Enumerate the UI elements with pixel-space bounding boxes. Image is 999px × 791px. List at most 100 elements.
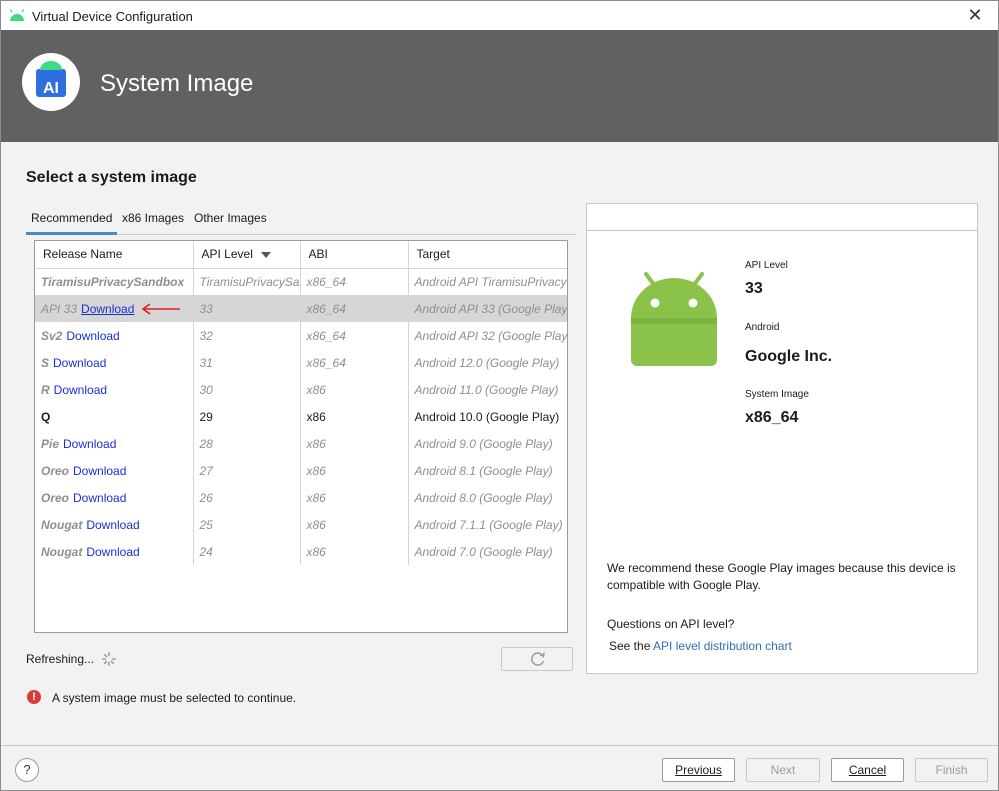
target-cell: Android API 33 (Google Play) <box>408 295 567 322</box>
release-name-cell: S Download <box>35 349 194 376</box>
error-icon: ! <box>27 690 41 704</box>
tab-recommended[interactable]: Recommended <box>26 211 118 235</box>
api-level-cell: 28 <box>193 430 301 457</box>
abi-cell: x86 <box>300 484 409 511</box>
abi-cell: x86 <box>300 403 409 430</box>
download-link[interactable]: Download <box>54 383 107 397</box>
target-cell: Android 7.0 (Google Play) <box>414 544 553 559</box>
api-level-question: Questions on API level? <box>607 617 735 631</box>
table-row[interactable]: Oreo Download 27 x86 Android 8.1 (Google … <box>35 457 567 484</box>
loading-spinner-icon <box>102 652 116 666</box>
release-name-cell: Nougat Download <box>35 538 194 565</box>
api-level-chart-line: See the API level distribution chart <box>609 639 792 653</box>
api-level-cell: 25 <box>193 511 301 538</box>
panel-divider <box>587 230 977 231</box>
api-level-label: API Level <box>745 260 788 271</box>
release-name-cell: Pie Download <box>35 430 194 457</box>
target-cell: Android 11.0 (Google Play) <box>414 382 559 397</box>
abi-cell: x86 <box>300 376 409 403</box>
abi-cell: x86 <box>300 430 409 457</box>
api-level-cell: 32 <box>193 322 301 349</box>
refresh-button[interactable] <box>501 647 573 671</box>
abi-cell: x86 <box>300 457 409 484</box>
android-label: Android <box>745 322 780 333</box>
target-cell: Android 9.0 (Google Play) <box>414 436 553 451</box>
table-row-selected[interactable]: API 33 Download 33 x86_64 Android API 33 … <box>35 295 567 322</box>
abi-cell: x86 <box>300 511 409 538</box>
target-cell: Android 12.0 (Google Play) <box>414 355 560 370</box>
release-name-cell: Q <box>35 403 194 430</box>
target-cell: Android 10.0 (Google Play) <box>414 409 560 424</box>
system-image-value: x86_64 <box>745 409 799 426</box>
api-level-cell: 33 <box>193 295 301 322</box>
close-icon[interactable]: ✕ <box>966 6 984 24</box>
column-header-release-name[interactable]: Release Name <box>35 241 194 269</box>
table-row[interactable]: Oreo Download 26 x86 Android 8.0 (Google … <box>35 484 567 511</box>
table-row[interactable]: S Download 31 x86_64 Android 12.0 (Google… <box>35 349 567 376</box>
download-link[interactable]: Download <box>73 464 126 478</box>
target-cell: Android 7.1.1 (Google Play) <box>414 517 563 532</box>
header-banner: AI System Image <box>1 30 998 142</box>
api-level-value: 33 <box>745 280 763 297</box>
api-level-cell: 24 <box>193 538 301 565</box>
column-header-api-level[interactable]: API Level <box>193 241 301 269</box>
download-link[interactable]: Download <box>53 356 106 370</box>
finish-button[interactable]: Finish <box>915 758 988 782</box>
table-row[interactable]: Q 29 x86 Android 10.0 (Google Play) <box>35 403 567 430</box>
refresh-icon <box>531 652 545 666</box>
download-link[interactable]: Download <box>66 329 119 343</box>
api-level-cell: TiramisuPrivacySandbox <box>193 268 301 295</box>
red-arrow-icon <box>142 303 181 315</box>
target-cell: Android 8.0 (Google Play) <box>414 490 553 505</box>
release-name-cell: Nougat Download <box>35 511 194 538</box>
android-app-icon <box>9 9 25 21</box>
next-button[interactable]: Next <box>746 758 820 782</box>
table-header-row: Release Name API Level ABI Target <box>35 241 567 269</box>
download-link[interactable]: Download <box>86 545 139 559</box>
target-cell: Android API 32 (Google Play) <box>414 328 568 343</box>
abi-cell: x86_64 <box>300 349 409 376</box>
api-level-cell: 26 <box>193 484 301 511</box>
abi-cell: x86_64 <box>300 322 409 349</box>
download-link[interactable]: Download <box>86 518 139 532</box>
download-link[interactable]: Download <box>81 302 134 316</box>
table-row[interactable]: R Download 30 x86 Android 11.0 (Google Pl… <box>35 376 567 403</box>
system-image-detail-panel: API Level 33 Android Google Inc. System … <box>586 203 978 674</box>
android-robot-icon <box>631 272 717 366</box>
section-title: Select a system image <box>26 169 197 186</box>
svg-text:AI: AI <box>43 80 59 97</box>
previous-button[interactable]: Previous <box>662 758 735 782</box>
cancel-button[interactable]: Cancel <box>831 758 904 782</box>
table-row[interactable]: Pie Download 28 x86 Android 9.0 (Google P… <box>35 430 567 457</box>
download-link[interactable]: Download <box>73 491 126 505</box>
release-name-cell: Oreo Download <box>35 484 194 511</box>
abi-cell: x86 <box>300 538 409 565</box>
table-row[interactable]: Nougat Download 24 x86 Android 7.0 (Googl… <box>35 538 567 565</box>
table-row[interactable]: TiramisuPrivacySandbox TiramisuPrivacySa… <box>35 268 567 295</box>
title-bar: Virtual Device Configuration ✕ <box>1 1 998 30</box>
recommendation-text: We recommend these Google Play images be… <box>607 561 956 592</box>
api-level-cell: 31 <box>193 349 301 376</box>
table-row[interactable]: Sv2 Download 32 x86_64 Android API 32 (Go… <box>35 322 567 349</box>
image-tabs: Recommended x86 Images Other Images <box>26 207 576 235</box>
virtual-device-configuration-window: Virtual Device Configuration ✕ AI System… <box>0 0 999 791</box>
system-image-table: Release Name API Level ABI Target Tirami… <box>34 240 568 633</box>
api-level-cell: 29 <box>193 403 301 430</box>
page-title: System Image <box>100 70 254 97</box>
tab-other-images[interactable]: Other Images <box>189 211 272 235</box>
api-level-distribution-chart-link[interactable]: API level distribution chart <box>653 639 792 653</box>
release-name-cell: API 33 Download <box>35 295 194 322</box>
column-header-abi[interactable]: ABI <box>300 241 409 269</box>
table-row[interactable]: Nougat Download 25 x86 Android 7.1.1 (Goo… <box>35 511 567 538</box>
android-studio-logo-icon: AI <box>22 53 80 111</box>
column-header-target[interactable]: Target <box>408 241 567 269</box>
download-link[interactable]: Download <box>63 437 116 451</box>
tab-x86-images[interactable]: x86 Images <box>117 211 189 235</box>
abi-cell: x86_64 <box>300 295 409 322</box>
refreshing-status: Refreshing... <box>26 652 95 666</box>
footer-divider <box>1 745 998 746</box>
api-level-cell: 30 <box>193 376 301 403</box>
release-name-cell: Sv2 Download <box>35 322 194 349</box>
help-button[interactable]: ? <box>15 758 39 782</box>
window-title: Virtual Device Configuration <box>32 9 193 24</box>
